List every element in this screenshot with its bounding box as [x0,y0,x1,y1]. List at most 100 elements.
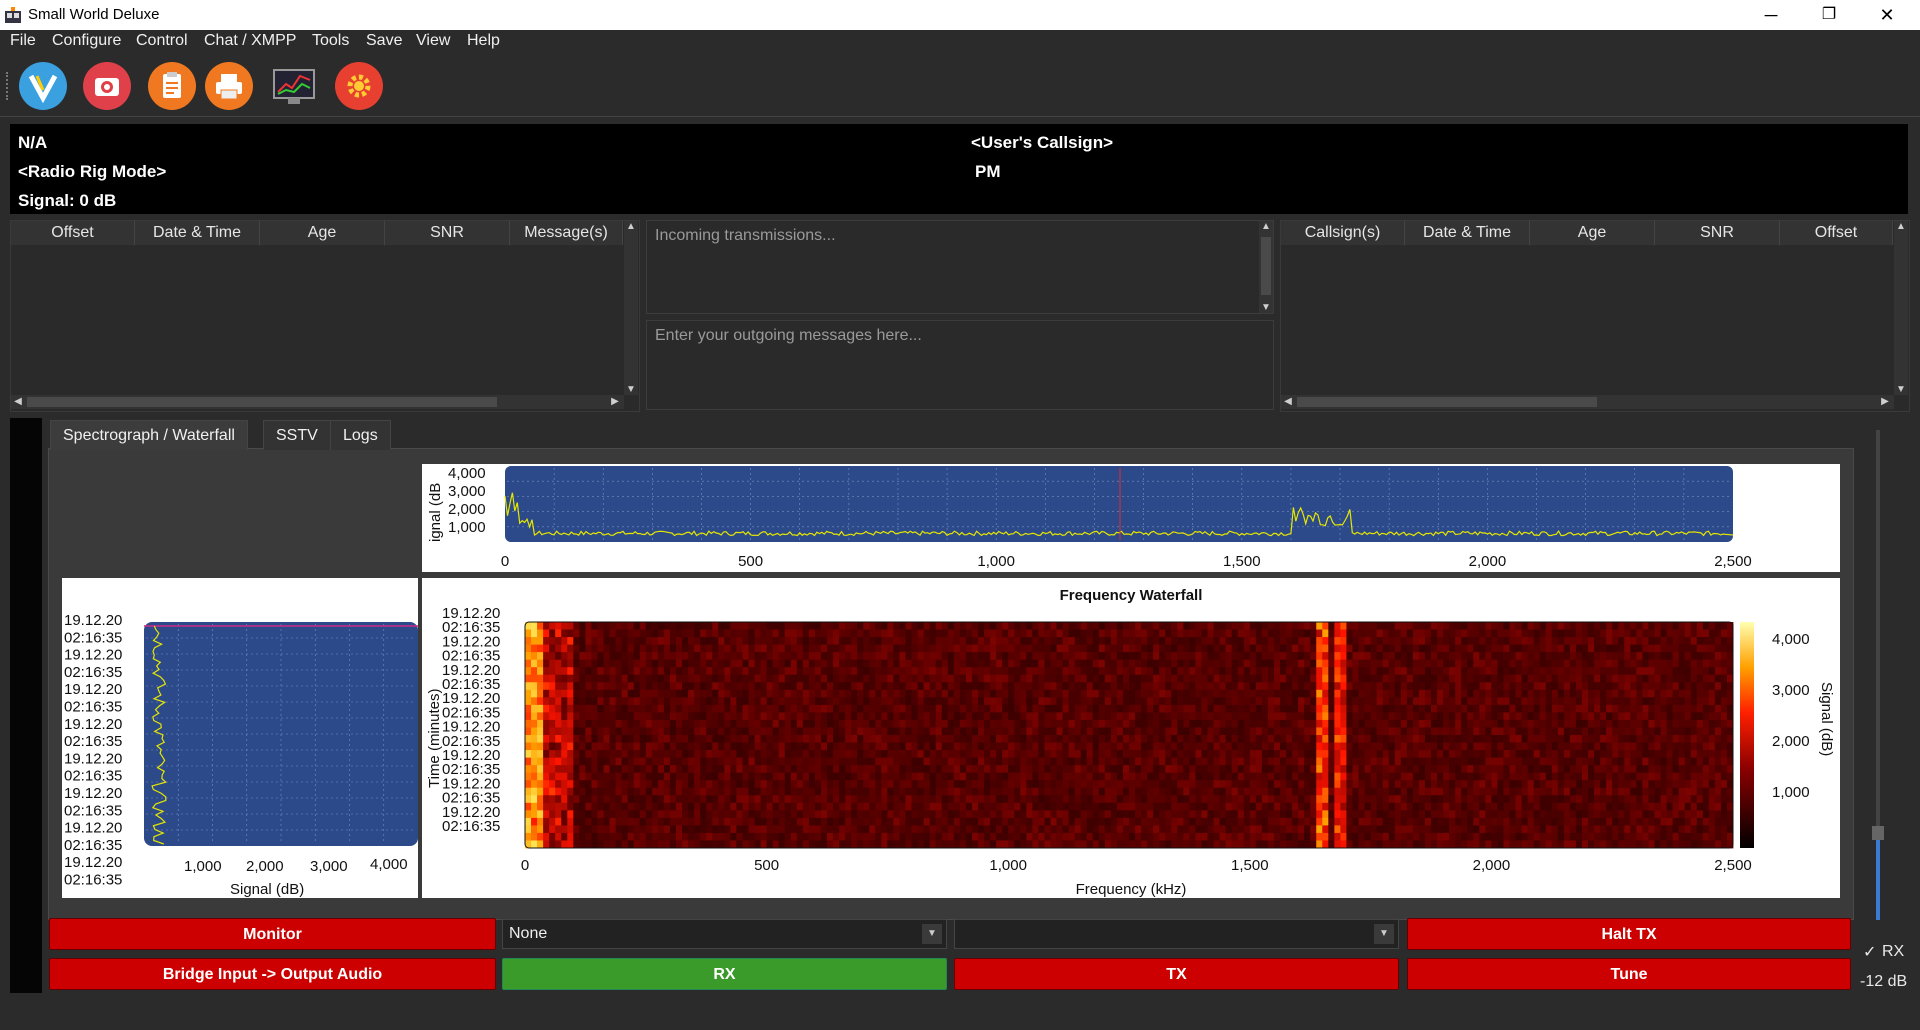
x-tick: 1,000 [977,553,1015,570]
close-button[interactable]: ✕ [1864,0,1910,30]
waterfall-title: Frequency Waterfall [1060,587,1203,604]
spectrograph-chart[interactable]: ignal (dB 4,000 3,000 2,000 1,000 0 500 1,… [422,464,1840,572]
time-tick: 19.12.20 [64,647,122,664]
received-messages-table[interactable]: Offset Date & Time Age SNR Message(s) ▲ ▼… [10,220,640,412]
column-header[interactable]: Offset [1780,221,1893,245]
time-tick: 02:16:35 [64,872,122,889]
chart-monitor-icon[interactable] [270,62,318,110]
frequency-waterfall-chart[interactable]: Frequency Waterfall 19.12.20 02:16:35 19.1… [422,578,1840,898]
title-bar: Small World Deluxe ─ ❐ ✕ [0,0,1920,30]
colorbar-tick: 2,000 [1772,733,1810,750]
rx-button[interactable]: RX [502,958,947,990]
waterfall-ylabel: Time (minutes) [426,689,443,788]
vertical-scrollbar[interactable]: ▲ ▼ [1894,221,1908,395]
menu-tools[interactable]: Tools [312,32,349,50]
tune-button[interactable]: Tune [1407,958,1851,990]
time-tick: 19.12.20 [64,716,122,733]
x-tick: 2,000 [1473,857,1511,874]
app-logo-icon[interactable] [19,62,67,110]
x-tick: 0 [521,857,529,874]
chevron-down-icon[interactable]: ▼ [1374,924,1394,944]
menu-configure[interactable]: Configure [52,32,121,50]
maximize-button[interactable]: ❐ [1806,0,1852,30]
y-tick: 4,000 [448,465,486,482]
settings-gear-icon[interactable] [335,62,383,110]
waterfall-heatmap [525,622,1734,849]
vertical-scrollbar[interactable]: ▲ ▼ [1259,221,1273,313]
frequency-display: N/A [18,133,48,152]
column-header[interactable]: Message(s) [510,221,623,245]
column-header[interactable]: SNR [1655,221,1780,245]
callsign-display: <User's Callsign> [971,133,1114,152]
column-header[interactable]: SNR [385,221,510,245]
menu-chat-xmpp[interactable]: Chat / XMPP [204,32,296,50]
time-tick: 19.12.20 [64,785,122,802]
clipboard-icon[interactable] [148,62,196,110]
column-header[interactable]: Callsign(s) [1281,221,1405,245]
x-tick: 1,500 [1231,857,1269,874]
signal-xlabel: Signal (dB) [230,881,304,898]
time-tick: 02:16:35 [64,699,122,716]
printer-icon[interactable] [205,62,253,110]
chevron-down-icon[interactable]: ▼ [922,924,942,944]
tab-sstv[interactable]: SSTV [263,420,331,450]
app-icon [4,6,22,24]
minimize-button[interactable]: ─ [1748,0,1794,30]
gain-slider-fill [1876,830,1880,920]
halt-tx-button[interactable]: Halt TX [1407,918,1851,950]
tab-logs[interactable]: Logs [330,420,391,450]
gain-db-label: -12 dB [1860,973,1908,990]
tx-button[interactable]: TX [954,958,1399,990]
waterfall-xlabel: Frequency (kHz) [1076,881,1187,898]
x-tick: 500 [754,857,779,874]
incoming-transmissions-box[interactable]: Incoming transmissions... ▲ ▼ [646,220,1274,314]
column-header[interactable]: Date & Time [1405,221,1530,245]
signal-display: Signal: 0 dB [18,191,117,210]
menu-help[interactable]: Help [467,32,500,50]
time-tick: 19.12.20 [64,681,122,698]
menu-view[interactable]: View [416,32,450,50]
column-header[interactable]: Offset [11,221,135,245]
colorbar [1740,622,1754,848]
time-tick: 02:16:35 [64,768,122,785]
rx-indicator-label: RX [1882,943,1905,960]
x-tick: 2,000 [246,858,284,875]
menu-save[interactable]: Save [366,32,402,50]
horizontal-scrollbar[interactable]: ◀ ▶ [1281,395,1894,409]
time-tick: 02:16:35 [64,629,122,646]
window-title: Small World Deluxe [28,6,160,23]
colorbar-tick: 3,000 [1772,682,1810,699]
menu-file[interactable]: File [10,32,36,50]
time-tick: 19.12.20 [64,750,122,767]
colorbar-tick: 4,000 [1772,631,1810,648]
callsigns-table[interactable]: Callsign(s) Date & Time Age SNR Offset ▲… [1280,220,1910,412]
x-tick: 2,000 [1469,553,1507,570]
column-header[interactable]: Date & Time [135,221,260,245]
time-period-display: PM [975,162,1001,181]
rx-check-icon[interactable]: ✓ [1863,942,1876,962]
column-header[interactable]: Age [1530,221,1655,245]
audio-device-select[interactable]: None ▼ [502,919,947,949]
menu-bar: File Configure Control Chat / XMPP Tools… [0,30,1920,54]
output-device-select[interactable]: ▼ [954,919,1399,949]
column-header[interactable]: Age [260,221,385,245]
spectro-ylabel: ignal (dB [427,483,444,542]
rig-mode-display: <Radio Rig Mode> [18,162,167,181]
toolbar-grip[interactable] [6,72,12,100]
y-tick: 3,000 [448,483,486,500]
gain-slider-handle[interactable] [1872,826,1884,840]
vertical-scrollbar[interactable]: ▲ ▼ [624,221,638,395]
outgoing-message-input[interactable]: Enter your outgoing messages here... [646,320,1274,410]
menu-control[interactable]: Control [136,32,188,50]
signal-time-chart[interactable]: 19.12.20 02:16:35 19.12.20 02:16:35 19.12.20… [62,578,418,898]
x-tick: 2,500 [1714,553,1752,570]
combo-value: None [509,925,548,942]
time-tick: 02:16:35 [64,664,122,681]
bridge-audio-button[interactable]: Bridge Input -> Output Audio [49,958,496,990]
tab-spectrograph-waterfall[interactable]: Spectrograph / Waterfall [50,420,248,450]
incoming-placeholder: Incoming transmissions... [655,227,836,244]
radio-info-panel: N/A <Radio Rig Mode> Signal: 0 dB <User'… [10,124,1908,214]
horizontal-scrollbar[interactable]: ◀ ▶ [11,395,624,409]
camera-icon[interactable] [83,62,131,110]
monitor-button[interactable]: Monitor [49,918,496,950]
